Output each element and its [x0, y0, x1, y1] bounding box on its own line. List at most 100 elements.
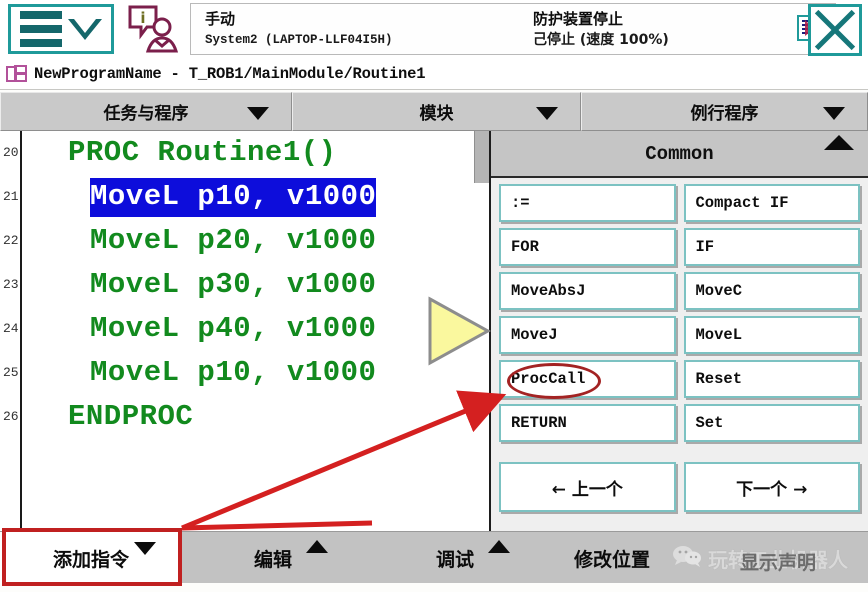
instruction-button-reset[interactable]: Reset: [683, 360, 860, 398]
caret-down-icon: [823, 107, 845, 120]
instruction-picker-panel: Common := Compact IF FOR IF MoveAbsJ Mov…: [491, 131, 868, 531]
caret-up-icon[interactable]: [824, 135, 854, 150]
instruction-button-grid: := Compact IF FOR IF MoveAbsJ MoveC Move…: [491, 178, 868, 442]
add-instruction-button[interactable]: 添加指令: [0, 532, 182, 584]
dropdown-tasks-programs[interactable]: 任务与程序: [0, 92, 292, 131]
code-line-selected[interactable]: MoveL p10, v1000: [24, 175, 489, 219]
main-menu-button[interactable]: [8, 4, 114, 54]
header-bar: i 手动 System2 (LAPTOP-LLF04I5H) 防护装置停止 己停…: [0, 0, 868, 58]
instruction-button-movec[interactable]: MoveC: [683, 272, 860, 310]
instruction-label: FOR: [511, 238, 539, 256]
code-line-text: MoveL p10, v1000: [90, 178, 377, 217]
debug-label: 调试: [435, 548, 474, 571]
next-page-label: 下一个 →: [736, 479, 808, 500]
instruction-pager: ← 上一个 下一个 →: [491, 462, 868, 512]
program-code-editor[interactable]: 20 21 22 23 24 25 26 PROC Routine1() Mov…: [0, 131, 491, 531]
line-number: 23: [3, 277, 19, 292]
code-lines: PROC Routine1() MoveL p10, v1000 MoveL p…: [24, 131, 489, 439]
wechat-icon: [672, 545, 702, 572]
status-right-column: 防护装置停止 己停止 (速度 100%): [519, 4, 669, 50]
close-icon[interactable]: [808, 4, 862, 56]
breadcrumb: NewProgramName - T_ROB1/MainModule/Routi…: [0, 58, 868, 90]
line-number: 24: [3, 321, 19, 336]
code-line[interactable]: ENDPROC: [24, 395, 489, 439]
instruction-label: MoveJ: [511, 326, 558, 344]
instruction-button-return[interactable]: RETURN: [499, 404, 676, 442]
caret-up-icon: [488, 540, 510, 553]
instruction-label: MoveL: [695, 326, 743, 344]
edit-label: 编辑: [253, 548, 292, 571]
caret-down-icon: [247, 107, 269, 120]
dropdown-label: 任务与程序: [103, 104, 189, 124]
instruction-label: :=: [511, 194, 530, 212]
debug-button[interactable]: 调试: [364, 532, 546, 584]
instruction-button-assign[interactable]: :=: [499, 184, 676, 222]
caret-down-icon: [134, 542, 156, 555]
svg-text:i: i: [140, 9, 145, 27]
code-line-text: MoveL p20, v1000: [90, 224, 377, 257]
previous-page-button[interactable]: ← 上一个: [499, 462, 676, 512]
previous-page-label: ← 上一个: [551, 479, 623, 500]
dropdown-routines[interactable]: 例行程序: [581, 92, 868, 131]
caret-up-icon: [306, 540, 328, 553]
teach-pendant-screen: i 手动 System2 (LAPTOP-LLF04I5H) 防护装置停止 己停…: [0, 0, 868, 592]
instruction-button-proccall[interactable]: ProcCall: [499, 360, 676, 399]
chevron-down-icon: [68, 18, 102, 40]
code-line[interactable]: PROC Routine1(): [24, 131, 489, 175]
play-cursor-triangle-icon: [427, 296, 492, 366]
instruction-panel-header[interactable]: Common: [491, 131, 868, 178]
instruction-button-if[interactable]: IF: [683, 228, 860, 266]
code-line-text: MoveL p30, v1000: [90, 268, 377, 301]
instruction-label: RETURN: [511, 414, 567, 432]
instruction-label: Compact IF: [695, 194, 789, 212]
line-number: 21: [3, 189, 19, 204]
system-name-label: System2 (LAPTOP-LLF04I5H): [205, 33, 393, 47]
instruction-label: IF: [695, 238, 715, 256]
line-number-gutter: 20 21 22 23 24 25 26: [0, 131, 22, 531]
operating-mode-label: 手动: [205, 10, 236, 28]
line-number: 22: [3, 233, 19, 248]
vertical-scrollbar[interactable]: [474, 131, 489, 183]
protection-status-label: 防护装置停止: [533, 10, 624, 28]
code-line-text: PROC Routine1(): [68, 136, 337, 169]
add-instruction-label: 添加指令: [52, 548, 129, 571]
edit-button[interactable]: 编辑: [182, 532, 364, 584]
instruction-label: Set: [695, 414, 724, 432]
instruction-label: ProcCall: [511, 370, 586, 388]
line-number: 20: [3, 145, 19, 160]
instruction-button-compact-if[interactable]: Compact IF: [683, 184, 860, 222]
program-module-icon: [6, 64, 28, 84]
instruction-label: MoveC: [695, 282, 743, 300]
code-line[interactable]: MoveL p30, v1000: [24, 263, 489, 307]
next-page-button[interactable]: 下一个 →: [683, 462, 860, 512]
instruction-button-set[interactable]: Set: [683, 404, 860, 442]
instruction-label: Reset: [695, 370, 743, 388]
modify-position-label: 修改位置: [574, 548, 651, 571]
dropdown-label: 模块: [419, 104, 454, 124]
dropdown-label: 例行程序: [690, 104, 759, 124]
code-line[interactable]: MoveL p40, v1000: [24, 307, 489, 351]
watermark-overlay-text: 显示声明: [740, 552, 817, 574]
operator-info-icon[interactable]: i: [124, 4, 180, 54]
instruction-button-for[interactable]: FOR: [499, 228, 676, 266]
hamburger-menu-icon: [20, 11, 62, 47]
dropdown-modules[interactable]: 模块: [292, 92, 581, 131]
code-line[interactable]: MoveL p20, v1000: [24, 219, 489, 263]
program-path-label: NewProgramName - T_ROB1/MainModule/Routi…: [34, 64, 426, 83]
run-state-label: 己停止 (速度 100%): [533, 32, 669, 48]
instruction-label: MoveAbsJ: [511, 282, 586, 300]
caret-down-icon: [536, 107, 558, 120]
code-line-text: MoveL p10, v1000: [90, 356, 377, 389]
status-left-column: 手动 System2 (LAPTOP-LLF04I5H): [191, 4, 393, 50]
selector-row: 任务与程序 模块 例行程序: [0, 92, 868, 131]
code-line[interactable]: MoveL p10, v1000: [24, 351, 489, 395]
status-panel: 手动 System2 (LAPTOP-LLF04I5H) 防护装置停止 己停止 …: [190, 3, 836, 55]
instruction-category-label: Common: [645, 142, 714, 165]
line-number: 26: [3, 409, 19, 424]
code-line-text: MoveL p40, v1000: [90, 312, 377, 345]
instruction-button-moveabsj[interactable]: MoveAbsJ: [499, 272, 676, 310]
code-line-text: ENDPROC: [68, 400, 194, 433]
instruction-button-movel[interactable]: MoveL: [683, 316, 860, 354]
instruction-button-movej[interactable]: MoveJ: [499, 316, 676, 354]
line-number: 25: [3, 365, 19, 380]
